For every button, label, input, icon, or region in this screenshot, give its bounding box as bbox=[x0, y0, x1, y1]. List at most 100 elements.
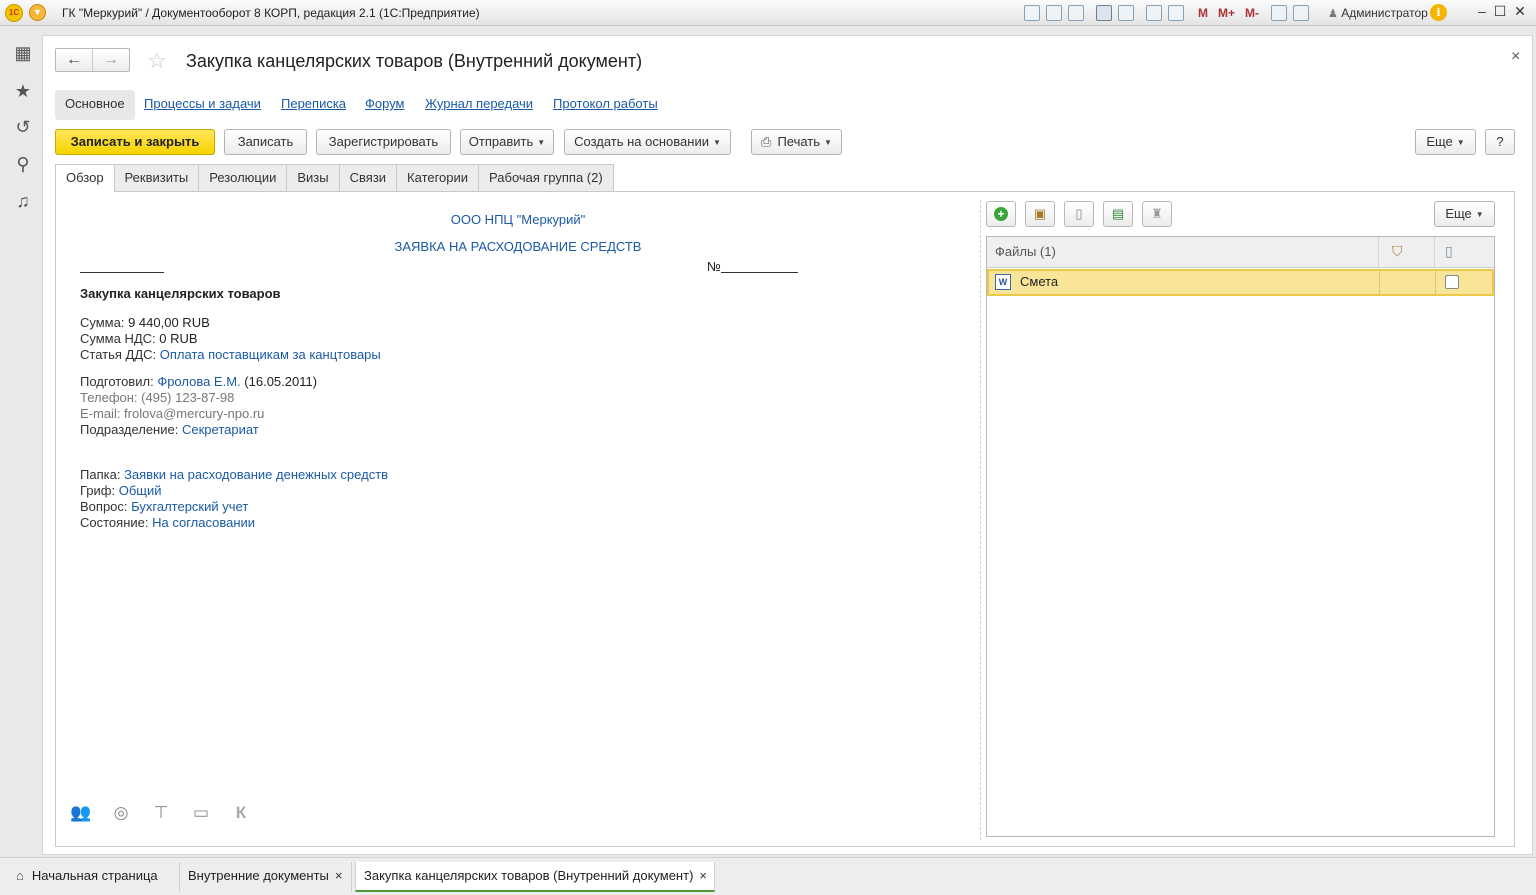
memory-plus-button[interactable]: M+ bbox=[1216, 6, 1237, 20]
form-tabs: Обзор Реквизиты Резолюции Визы Связи Кат… bbox=[55, 164, 614, 192]
info-icon[interactable]: i bbox=[1430, 4, 1447, 21]
add-file-button[interactable]: + bbox=[986, 201, 1016, 227]
users-icon[interactable]: 👥 bbox=[68, 800, 94, 826]
copy-icon[interactable] bbox=[1118, 5, 1134, 21]
sum-row: Сумма: 9 440,00 RUB bbox=[80, 315, 210, 330]
panel-icon[interactable] bbox=[1293, 5, 1310, 21]
file-checkbox[interactable] bbox=[1445, 275, 1459, 289]
paste-file-button[interactable]: ▣ bbox=[1025, 201, 1055, 227]
help-button[interactable]: ? bbox=[1485, 129, 1515, 155]
overview-panel: ООО НПЦ "Меркурий" ЗАЯВКА НА РАСХОДОВАНИ… bbox=[55, 191, 1515, 847]
register-button[interactable]: Зарегистрировать bbox=[316, 129, 451, 155]
memory-minus-button[interactable]: M- bbox=[1243, 6, 1261, 20]
k-letter-icon[interactable]: К bbox=[228, 800, 254, 826]
sum-value: 9 440,00 RUB bbox=[128, 315, 210, 330]
close-tab-icon[interactable]: × bbox=[699, 868, 707, 883]
save-and-close-button[interactable]: Записать и закрыть bbox=[55, 129, 215, 155]
search-icon[interactable]: ⚲ bbox=[12, 153, 34, 175]
save-button[interactable]: Записать bbox=[224, 129, 307, 155]
nav-arrows: ← → bbox=[55, 48, 130, 72]
tab-current-document[interactable]: Закупка канцелярских товаров (Внутренний… bbox=[355, 862, 715, 892]
number-label: № bbox=[707, 259, 721, 274]
tab-visas[interactable]: Визы bbox=[286, 164, 340, 191]
calendar-icon[interactable] bbox=[1168, 5, 1184, 21]
tab-links[interactable]: Связи bbox=[338, 164, 398, 191]
tab-work-group[interactable]: Рабочая группа (2) bbox=[478, 164, 614, 191]
section-transfer-log[interactable]: Журнал передачи bbox=[425, 90, 533, 120]
tab-current-document-label: Закупка канцелярских товаров (Внутренний… bbox=[364, 868, 694, 883]
bell-icon[interactable]: ♫ bbox=[12, 190, 34, 212]
tab-internal-docs[interactable]: Внутренние документы × bbox=[180, 862, 352, 892]
save-icon[interactable] bbox=[1024, 5, 1040, 21]
section-work-protocol[interactable]: Протокол работы bbox=[553, 90, 658, 120]
more-button[interactable]: Еще ▼ bbox=[1415, 129, 1476, 155]
document-form: ← → ☆ Закупка канцелярских товаров (Внут… bbox=[42, 35, 1533, 855]
tab-home[interactable]: ⌂ Начальная страница bbox=[8, 862, 180, 892]
create-based-button[interactable]: Создать на основании ▼ bbox=[564, 129, 731, 155]
close-tab-icon[interactable]: × bbox=[335, 868, 343, 883]
dept-link[interactable]: Секретариат bbox=[182, 422, 259, 437]
edit-column-header[interactable]: ▯ bbox=[1435, 237, 1494, 268]
current-user[interactable]: ♟ Администратор bbox=[1328, 6, 1428, 20]
tab-resolutions[interactable]: Резолюции bbox=[198, 164, 288, 191]
create-based-label: Создать на основании bbox=[574, 134, 709, 149]
scan-file-button[interactable]: ▤ bbox=[1103, 201, 1133, 227]
printer-icon: ⎙ bbox=[761, 134, 772, 149]
section-correspondence[interactable]: Переписка bbox=[281, 90, 346, 120]
send-button-label: Отправить bbox=[468, 134, 534, 149]
grif-link[interactable]: Общий bbox=[119, 483, 162, 498]
document-kind[interactable]: ЗАЯВКА НА РАСХОДОВАНИЕ СРЕДСТВ bbox=[56, 239, 980, 254]
tab-requisites[interactable]: Реквизиты bbox=[113, 164, 200, 191]
vat-label: Сумма НДС: bbox=[80, 331, 156, 346]
zoom-icon[interactable] bbox=[1271, 5, 1288, 21]
prepared-label: Подготовил: bbox=[80, 374, 154, 389]
forward-arrow-icon[interactable]: → bbox=[92, 49, 129, 71]
dds-link[interactable]: Оплата поставщикам за канцтовары bbox=[160, 347, 381, 362]
tab-categories[interactable]: Категории bbox=[396, 164, 480, 191]
files-more-button[interactable]: Еще ▼ bbox=[1434, 201, 1495, 227]
state-link[interactable]: На согласовании bbox=[152, 515, 255, 530]
tab-overview[interactable]: Обзор bbox=[55, 164, 115, 192]
close-form-icon[interactable]: × bbox=[1511, 48, 1520, 66]
table-row[interactable]: W Смета bbox=[987, 269, 1494, 296]
main-menu-icon[interactable]: ▼ bbox=[29, 4, 46, 21]
document-icon: ▯ bbox=[1075, 206, 1083, 221]
favorite-star-icon[interactable]: ☆ bbox=[147, 48, 167, 74]
minimize-icon[interactable]: – bbox=[1474, 3, 1490, 19]
folder-link[interactable]: Заявки на расходование денежных средств bbox=[124, 467, 388, 482]
maximize-icon[interactable]: ☐ bbox=[1492, 3, 1508, 20]
memory-button[interactable]: M bbox=[1196, 6, 1210, 20]
stamp-file-button[interactable]: ♜ bbox=[1142, 201, 1172, 227]
section-main[interactable]: Основное bbox=[55, 90, 135, 120]
tree-icon[interactable]: ⊤ bbox=[148, 800, 174, 826]
upload-icon[interactable] bbox=[1096, 5, 1112, 21]
sum-label: Сумма: bbox=[80, 315, 125, 330]
files-column-header[interactable]: Файлы (1) bbox=[987, 237, 1379, 268]
pane-divider bbox=[980, 200, 981, 840]
section-processes[interactable]: Процессы и задачи bbox=[144, 90, 261, 120]
history-icon[interactable]: ↺ bbox=[12, 116, 34, 138]
signature-column-header[interactable]: ⛉ bbox=[1379, 237, 1435, 268]
discussion-icon[interactable]: ▭ bbox=[188, 800, 214, 826]
favorites-star-icon[interactable]: ★ bbox=[12, 80, 34, 102]
files-pane: + ▣ ▯ ▤ ♜ Еще ▼ Файлы (1) ⛉ ▯ W Смета bbox=[986, 192, 1514, 846]
print-button[interactable]: ⎙ Печать ▼ bbox=[751, 129, 842, 155]
preview-icon[interactable] bbox=[1068, 5, 1084, 21]
stamp-icon[interactable]: ◎ bbox=[108, 800, 134, 826]
folder-label: Папка: bbox=[80, 467, 121, 482]
section-forum[interactable]: Форум bbox=[365, 90, 405, 120]
tab-home-label: Начальная страница bbox=[31, 868, 158, 883]
chevron-down-icon: ▼ bbox=[1456, 137, 1465, 147]
apps-grid-icon[interactable]: ▦ bbox=[12, 42, 34, 64]
prepared-by-link[interactable]: Фролова Е.М. bbox=[157, 374, 240, 389]
question-link[interactable]: Бухгалтерский учет bbox=[131, 499, 248, 514]
phone-text: Телефон: (495) 123-87-98 bbox=[80, 390, 235, 405]
organization-name[interactable]: ООО НПЦ "Меркурий" bbox=[56, 212, 980, 227]
app-logo-icon[interactable]: 1С bbox=[5, 4, 23, 22]
print-icon[interactable] bbox=[1046, 5, 1062, 21]
back-arrow-icon[interactable]: ← bbox=[56, 49, 92, 71]
calculator-icon[interactable] bbox=[1146, 5, 1162, 21]
open-file-button[interactable]: ▯ bbox=[1064, 201, 1094, 227]
close-window-icon[interactable]: ✕ bbox=[1512, 3, 1528, 20]
send-button[interactable]: Отправить ▼ bbox=[460, 129, 554, 155]
